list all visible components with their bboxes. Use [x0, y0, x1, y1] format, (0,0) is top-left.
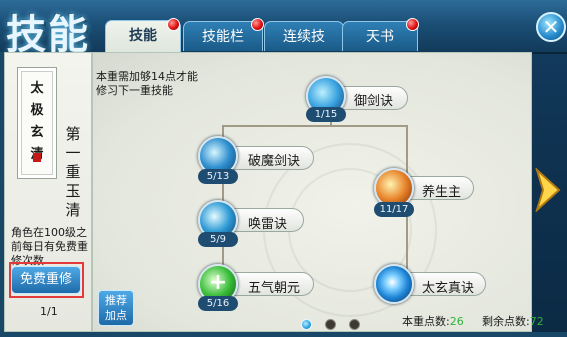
sect-scroll: 太 极 玄 清 [17, 67, 57, 179]
skill-level-yangsheng: 11/17 [374, 202, 414, 217]
skill-name-pomo: 破魔剑诀 [248, 154, 301, 169]
tab-combo[interactable]: 连续技 [264, 21, 344, 51]
skill-name-yujian: 御剑诀 [354, 94, 394, 109]
skill-name-wuqi: 五气朝元 [248, 281, 301, 296]
page-dot-3[interactable] [349, 319, 360, 330]
tree-connector-top [222, 125, 407, 127]
skill-name-taixuan: 太玄真诀 [422, 281, 475, 296]
tab-heaven-book-badge [406, 18, 419, 31]
recommend-line-2: 加点 [105, 309, 127, 322]
skill-level-yujian: 1/15 [306, 107, 346, 122]
current-points: 本重点数:26 [402, 313, 464, 329]
orb-icon[interactable] [374, 264, 414, 304]
frame-bottom-edge [0, 332, 567, 337]
skill-name-huanlei: 唤雷诀 [248, 217, 288, 232]
tab-skills-badge [167, 18, 180, 31]
page-dot-2[interactable] [325, 319, 336, 330]
page-dot-1[interactable] [301, 319, 312, 330]
skill-window: 技能 技能 技能栏 连续技 天书 ✕ 太 极 玄 清 第 一 重 玉 清 角色在… [0, 0, 567, 337]
scroll-char-3: 玄 [30, 125, 44, 140]
remaining-points-label: 剩余点数: [482, 315, 530, 328]
stage-label: 第 一 重 玉 清 [63, 125, 83, 220]
remaining-points: 剩余点数:72 [482, 313, 544, 329]
skill-name-yangsheng: 养生主 [422, 185, 462, 200]
scroll-char-2: 极 [30, 103, 44, 118]
stage-char-2: 一 [65, 144, 81, 162]
skill-level-pomo: 5/13 [198, 169, 238, 184]
free-reset-count: 1/1 [40, 305, 58, 318]
requirement-text: 本重需加够14点才能修习下一重技能 [96, 70, 198, 97]
remaining-points-value: 72 [529, 315, 544, 328]
next-page-arrow-icon[interactable] [533, 168, 561, 212]
close-icon[interactable]: ✕ [536, 12, 566, 42]
tab-skill-bar-badge [251, 18, 264, 31]
stage-char-1: 第 [65, 125, 81, 143]
stage-char-5: 清 [65, 201, 81, 219]
free-reset-button[interactable]: 免费重修 [11, 266, 81, 294]
stage-char-3: 重 [65, 163, 81, 181]
current-points-value: 26 [449, 315, 464, 328]
skill-level-huanlei: 5/9 [198, 232, 238, 247]
recommend-points-button[interactable]: 推荐 加点 [98, 290, 134, 326]
scroll-char-1: 太 [30, 81, 44, 96]
current-points-label: 本重点数: [402, 315, 450, 328]
skill-level-wuqi: 5/16 [198, 296, 238, 311]
stage-char-4: 玉 [65, 182, 81, 200]
recommend-line-1: 推荐 [105, 294, 127, 307]
seal-stamp [33, 153, 41, 162]
